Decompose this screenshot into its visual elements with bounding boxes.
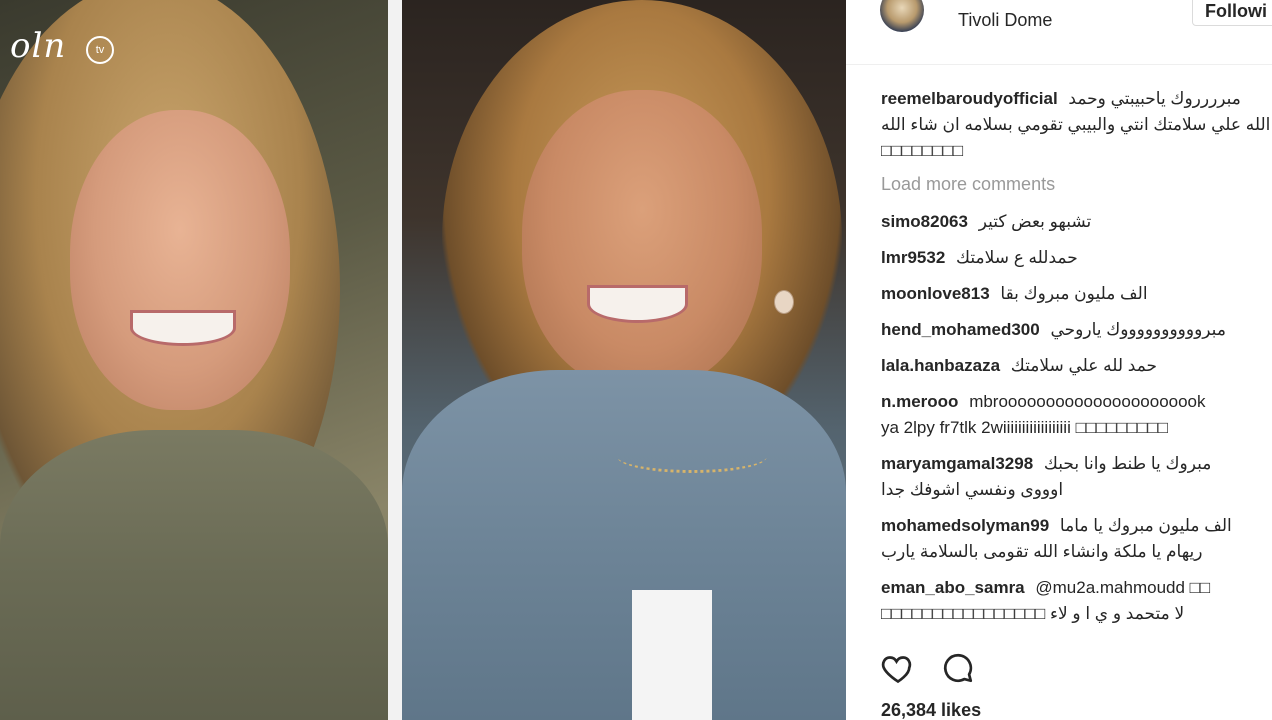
comment-text: حمد لله علي سلامتك [1010,356,1158,375]
heart-icon[interactable] [880,650,916,686]
comment-username[interactable]: hend_mohamed300 [881,320,1040,339]
jacket-shape [0,430,388,720]
comment-username[interactable]: moonlove813 [881,284,990,303]
comment-text: مبروك يا طنط وانا بحبك [1043,454,1212,473]
earring-shape [774,290,794,314]
smile-shape [587,285,688,323]
comment-item: eman_abo_samra @mu2a.mahmoudd □□ □□□□□□□… [881,575,1272,627]
comment-text-line2: ya 2lpy fr7tlk 2wiiiiiiiiiiiiiiiiii □□□□… [881,418,1168,437]
comment-text-line2: □□□□□□□□□□□□□□□□ لا متحمد و ي ا و لاء [881,604,1185,623]
comment-text: @mu2a.mahmoudd □□ [1035,578,1211,597]
comment-text: مبرووووووووووك ياروحي [1050,320,1226,339]
face-shape [70,110,290,410]
comment-item: lmr9532 حمدلله ع سلامتك [881,245,1272,271]
comment-username[interactable]: lala.hanbazaza [881,356,1000,375]
comment-item: hend_mohamed300 مبرووووووووووك ياروحي [881,317,1272,343]
comment-username[interactable]: mohamedsolyman99 [881,516,1049,535]
comment-item: simo82063 تشبهو بعض كتير [881,209,1272,235]
location-link[interactable]: Tivoli Dome [958,10,1052,31]
necklace-shape [617,440,767,473]
comment-text-line3: □□□□□□□□ [881,141,964,160]
load-more-comments-button[interactable]: Load more comments [881,174,1272,195]
comment-bubble-icon[interactable] [940,650,976,686]
comment-username[interactable]: lmr9532 [881,248,945,267]
photo-left: oln tv [0,0,388,720]
comment-username[interactable]: reemelbaroudyofficial [881,89,1058,108]
denim-jacket-shape [402,370,846,720]
avatar[interactable] [880,0,924,32]
face-shape [522,90,762,390]
comment-text: الف مليون مبروك بقا [1000,284,1148,303]
post-header: Tivoli Dome Followi [846,0,1272,65]
comment-text: mbroooooooooooooooooooook [969,392,1206,411]
comment-username[interactable]: maryamgamal3298 [881,454,1033,473]
white-top-shape [632,590,712,720]
smile-shape [130,310,236,346]
comment-text-line2: اوووى ونفسي اشوفك جدا [881,480,1064,499]
comment-username[interactable]: simo82063 [881,212,968,231]
post-media[interactable]: oln tv [0,0,846,720]
channel-logo-badge: tv [86,36,114,64]
comment-username[interactable]: n.merooo [881,392,958,411]
comment-item: reemelbaroudyofficial مبرررروك ياحبيبتي … [881,86,1272,164]
comment-text: مبرررروك ياحبيبتي وحمد [1068,89,1241,108]
follow-button[interactable]: Followi [1192,0,1272,26]
comment-text: تشبهو بعض كتير [978,212,1092,231]
comments-list: reemelbaroudyofficial مبرررروك ياحبيبتي … [881,86,1272,637]
comment-text-line2: الله علي سلامتك انتي والبيبي تقومي بسلام… [881,115,1271,134]
comment-username[interactable]: eman_abo_samra [881,578,1025,597]
comment-item: maryamgamal3298 مبروك يا طنط وانا بحبك ا… [881,451,1272,503]
comment-item: mohamedsolyman99 الف مليون مبروك يا ماما… [881,513,1272,565]
comment-text: الف مليون مبروك يا ماما [1059,516,1232,535]
post-sidebar: Tivoli Dome Followi reemelbaroudyofficia… [846,0,1272,720]
comment-item: moonlove813 الف مليون مبروك بقا [881,281,1272,307]
likes-count[interactable]: 26,384 likes [881,700,981,720]
channel-logo: oln [10,26,67,66]
comment-text: حمدلله ع سلامتك [956,248,1078,267]
comment-item: lala.hanbazaza حمد لله علي سلامتك [881,353,1272,379]
photo-right [402,0,846,720]
comment-text-line2: ريهام يا ملكة وانشاء الله تقومى بالسلامة… [881,542,1203,561]
comment-item: n.merooo mbroooooooooooooooooooook ya 2l… [881,389,1272,441]
header-username[interactable] [958,0,963,10]
